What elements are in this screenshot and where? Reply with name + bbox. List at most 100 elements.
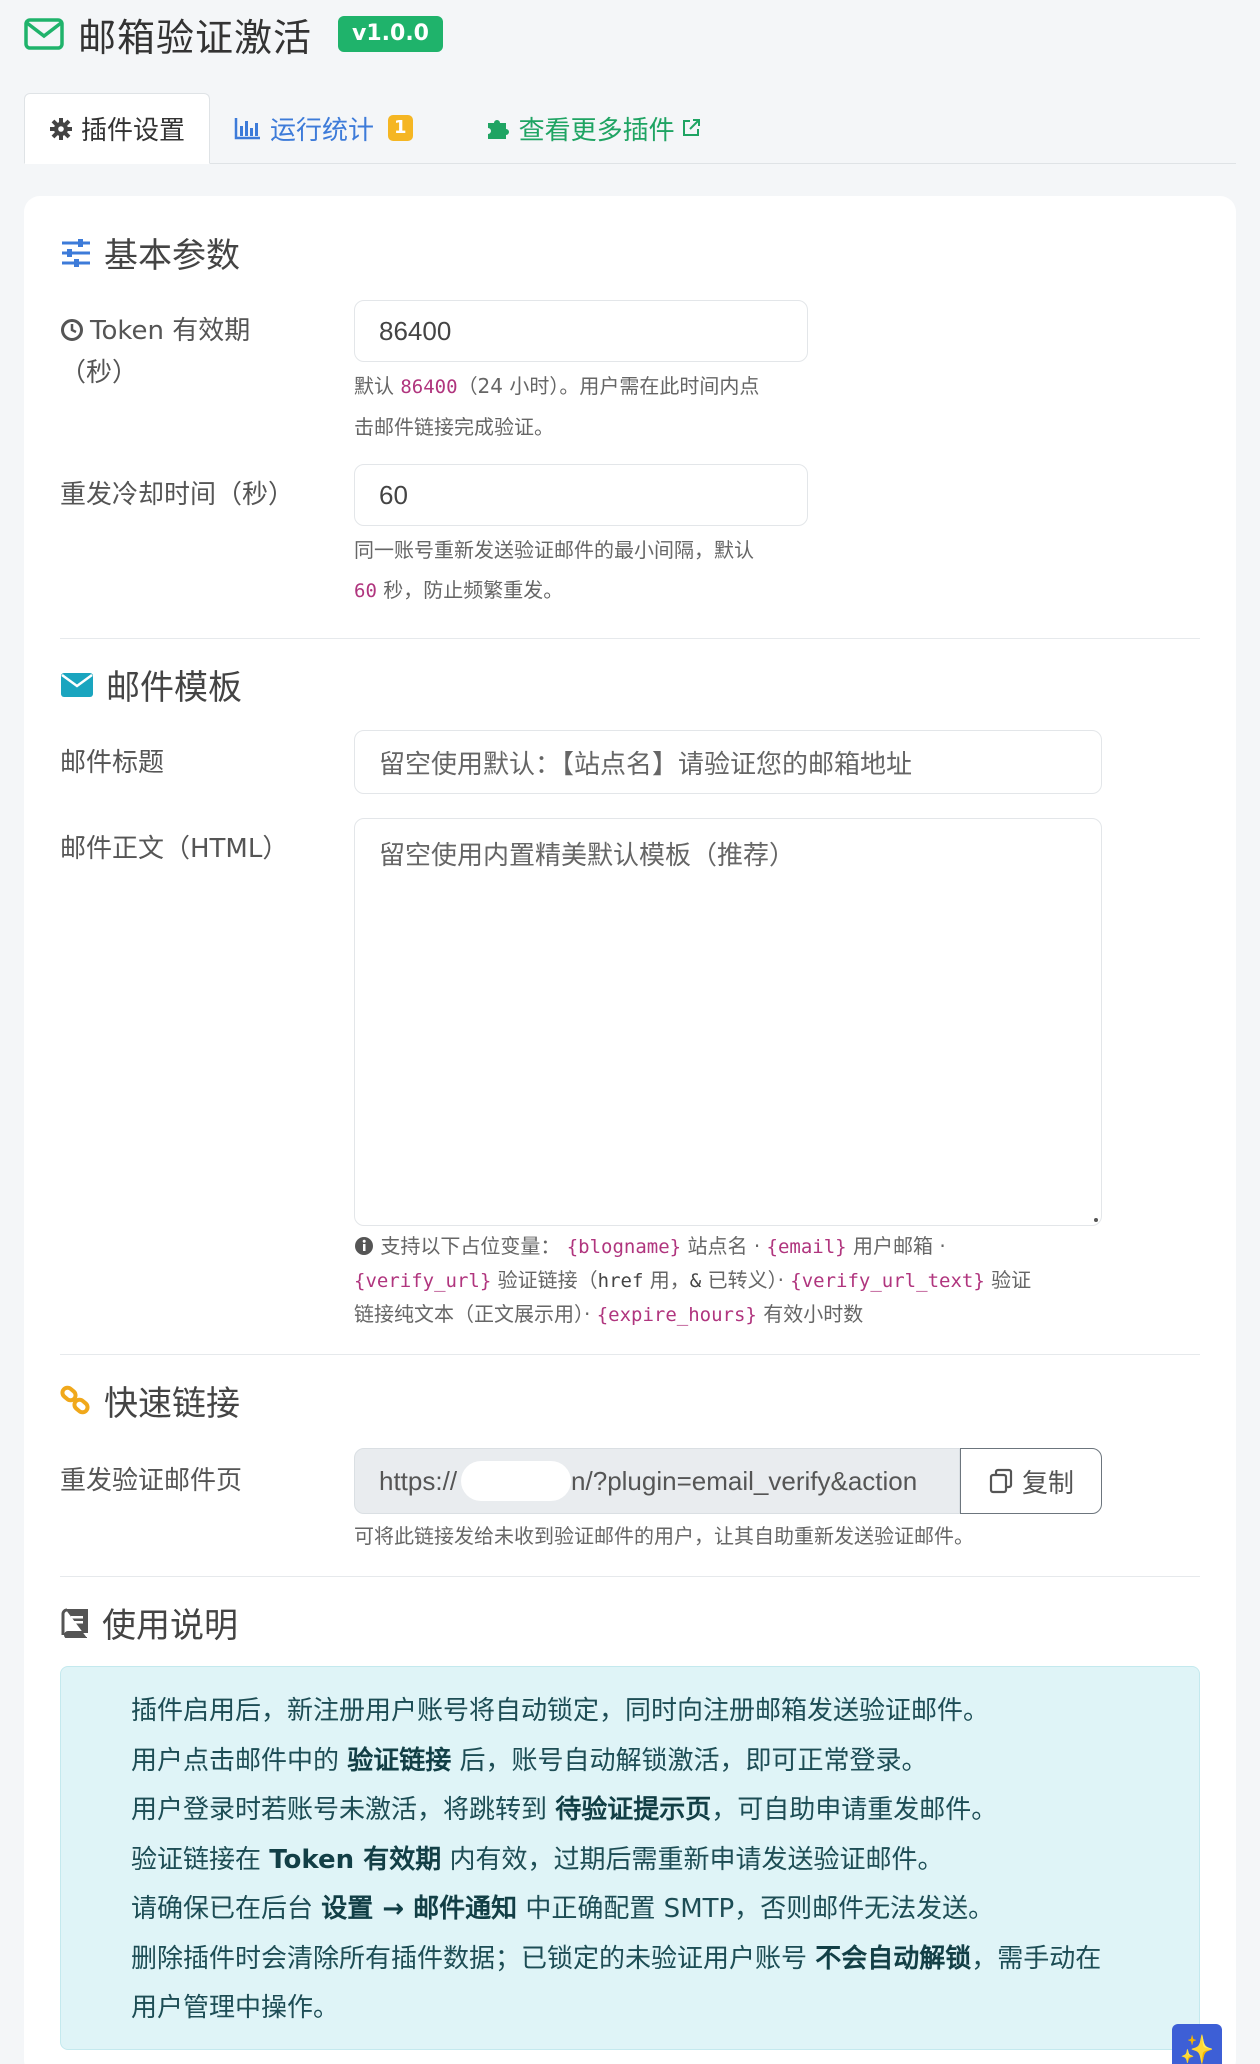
- section-title-text: 基本参数: [104, 236, 240, 276]
- usage-text: 请确保已在后台: [131, 1894, 322, 1924]
- token-expiry-help: 默认 86400（24 小时）。用户需在此时间内点 击邮件链接完成验证。: [354, 366, 759, 447]
- code-value: {verify_url_text}: [790, 1270, 985, 1292]
- external-link-icon: [682, 119, 700, 136]
- usage-text: 用户管理中操作。: [131, 1993, 340, 2023]
- url-text: https://: [379, 1465, 458, 1496]
- copy-button[interactable]: 复制: [960, 1448, 1102, 1514]
- usage-line: 用户点击邮件中的 验证链接 后，账号自动解锁激活，即可正常登录。: [131, 1737, 1199, 1787]
- usage-text: 删除插件时会清除所有插件数据；已锁定的未验证用户账号: [131, 1943, 816, 1974]
- placeholder-vars-help: 支持以下占位变量： {blogname} 站点名 · {email} 用户邮箱 …: [354, 1230, 1114, 1332]
- help-text: 有效小时数: [756, 1302, 864, 1326]
- gear-icon: [50, 117, 72, 140]
- usage-text: 后，账号自动解锁激活，即可正常登录。: [451, 1745, 928, 1776]
- tab-label: 查看更多插件: [518, 115, 675, 146]
- tab-label: 运行统计: [270, 115, 375, 146]
- email-subject-label: 邮件标题: [60, 748, 165, 778]
- help-text: 同一账号重新发送验证邮件的最小间隔，默认: [354, 538, 754, 562]
- url-text: n/?plugin=email_verify&action: [571, 1465, 918, 1496]
- code-value: {blogname}: [566, 1236, 682, 1258]
- section-email-template: 邮件模板: [60, 660, 242, 709]
- version-badge: v1.0.0: [338, 16, 443, 52]
- settings-card: 基本参数 Token 有效期 （秒） 86400 默认 86400（24 小时）…: [24, 196, 1236, 2064]
- clock-icon: [61, 319, 83, 341]
- usage-line: 用户管理中操作。: [131, 1984, 1199, 2034]
- help-text: 站点名 ·: [681, 1234, 767, 1258]
- tab-more-plugins[interactable]: 查看更多插件: [461, 93, 725, 163]
- tab-plugin-settings[interactable]: 插件设置: [24, 93, 211, 164]
- email-body-textarea[interactable]: 留空使用内置精美默认模板（推荐）: [354, 818, 1102, 1226]
- book-icon: [61, 1608, 88, 1638]
- help-text: 秒，防止频繁重发。: [376, 578, 564, 602]
- button-label: 复制: [1021, 1468, 1074, 1499]
- usage-text: 内有效，过期后需重新申请发送验证邮件。: [441, 1844, 944, 1875]
- section-basic-params: 基本参数: [60, 228, 240, 277]
- help-text: （24 小时）。用户需在此时间内点: [457, 374, 760, 398]
- code-value: 86400: [400, 376, 458, 398]
- usage-text: ，需手动在: [971, 1943, 1102, 1974]
- usage-line: 请确保已在后台 设置 → 邮件通知 中正确配置 SMTP，否则邮件无法发送。: [131, 1885, 1199, 1935]
- tab-statistics[interactable]: 运行统计 1: [210, 93, 437, 163]
- help-text: 链接纯文本（正文展示用）·: [354, 1302, 597, 1326]
- usage-line: 验证链接在 Token 有效期 内有效，过期后需重新申请发送验证邮件。: [131, 1836, 1199, 1886]
- divider: [60, 638, 1200, 639]
- usage-text: 中正确配置 SMTP，否则邮件无法发送。: [517, 1894, 995, 1924]
- envelope-filled-icon: [61, 672, 93, 697]
- sliders-icon: [62, 238, 90, 267]
- input-value: 60: [379, 479, 408, 510]
- resend-page-label: 重发验证邮件页: [60, 1466, 243, 1496]
- section-title-text: 邮件模板: [106, 668, 242, 708]
- email-body-label: 邮件正文（HTML）: [60, 834, 289, 864]
- section-title-text: 快速链接: [104, 1384, 240, 1424]
- divider: [60, 1576, 1200, 1577]
- help-text: 支持以下占位变量：: [380, 1234, 561, 1258]
- label-text: Token 有效期: [90, 316, 251, 346]
- help-text: 验证: [984, 1268, 1032, 1292]
- help-text: 已转义）·: [701, 1268, 791, 1292]
- usage-line: 删除插件时会清除所有插件数据；已锁定的未验证用户账号 不会自动解锁，需手动在: [131, 1935, 1199, 1985]
- input-value: 86400: [379, 315, 452, 346]
- sparkle-icon: ✨: [1179, 2032, 1215, 2064]
- resend-url-help: 可将此链接发给未收到验证邮件的用户，让其自助重新发送验证邮件。: [354, 1524, 974, 1548]
- code-value: {expire_hours}: [596, 1304, 757, 1326]
- tab-bar: 插件设置 运行统计 1 查看更多插件: [24, 93, 1236, 164]
- ai-assistant-button[interactable]: ✨: [1172, 2024, 1222, 2064]
- usage-emphasis: 验证链接: [347, 1745, 452, 1776]
- input-placeholder: 留空使用默认：【站点名】请验证您的邮箱地址: [379, 748, 913, 779]
- code-value: {email}: [766, 1236, 847, 1258]
- usage-line: 插件启用后，新注册用户账号将自动锁定，同时向注册邮箱发送验证邮件。: [131, 1687, 1199, 1737]
- resize-handle-icon[interactable]: [1091, 1215, 1101, 1225]
- usage-emphasis: Token 有效期: [269, 1844, 442, 1875]
- input-placeholder: 留空使用内置精美默认模板（推荐）: [379, 840, 796, 870]
- code-value: href: [597, 1270, 644, 1292]
- usage-emphasis: 设置 → 邮件通知: [321, 1894, 518, 1924]
- divider: [60, 1354, 1200, 1355]
- section-quick-links: 快速链接: [60, 1376, 240, 1425]
- envelope-icon: [24, 18, 64, 50]
- usage-text: 验证链接在: [131, 1844, 270, 1875]
- section-usage: 使用说明: [60, 1598, 238, 1647]
- page-header: 邮箱验证激活 v1.0.0: [24, 10, 443, 60]
- info-circle-icon: [355, 1237, 373, 1255]
- resend-url-field[interactable]: https:// n/?plugin=email_verify&action: [354, 1448, 960, 1514]
- usage-emphasis: 不会自动解锁: [815, 1943, 972, 1974]
- count-badge: 1: [388, 115, 413, 141]
- code-value: &: [689, 1270, 702, 1292]
- resend-url-group: https:// n/?plugin=email_verify&action 复…: [354, 1448, 1102, 1514]
- usage-text: 插件启用后，新注册用户账号将自动锁定，同时向注册邮箱发送验证邮件。: [131, 1696, 990, 1726]
- usage-line: 用户登录时若账号未激活，将跳转到 待验证提示页，可自助申请重发邮件。: [131, 1786, 1199, 1836]
- help-text: 默认: [354, 374, 401, 398]
- copy-icon: [989, 1468, 1013, 1494]
- email-subject-input[interactable]: 留空使用默认：【站点名】请验证您的邮箱地址: [354, 730, 1102, 794]
- label-text: （秒）: [60, 358, 139, 388]
- puzzle-icon: [487, 120, 509, 139]
- resend-cooldown-input[interactable]: 60: [354, 464, 808, 526]
- bar-chart-icon: [234, 118, 261, 140]
- token-expiry-label: Token 有效期 （秒）: [60, 310, 250, 394]
- token-expiry-input[interactable]: 86400: [354, 300, 808, 362]
- code-value: 60: [354, 580, 377, 602]
- code-value: {verify_url}: [354, 1270, 492, 1292]
- section-title-text: 使用说明: [102, 1606, 238, 1646]
- usage-text: ，可自助申请重发邮件。: [711, 1795, 998, 1825]
- usage-emphasis: 待验证提示页: [555, 1795, 712, 1825]
- resend-cooldown-help: 同一账号重新发送验证邮件的最小间隔，默认 60 秒，防止频繁重发。: [354, 530, 754, 611]
